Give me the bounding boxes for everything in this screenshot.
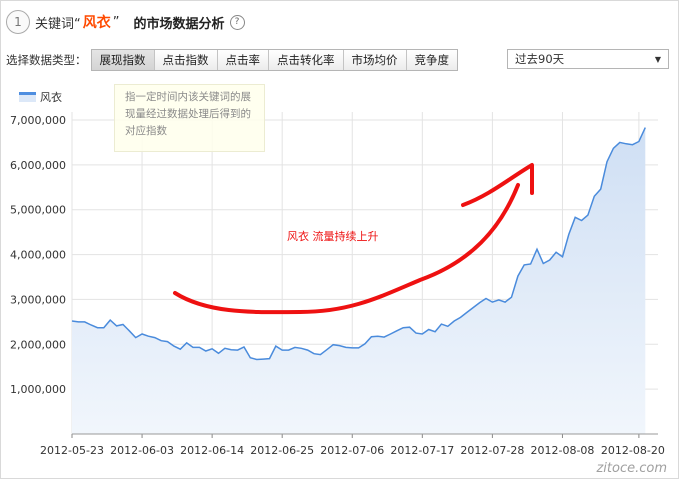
metric-tooltip: 指一定时间内该关键词的展 现量经过数据处理后得到的 对应指数 (114, 84, 265, 152)
series-area-fill (72, 127, 646, 434)
y-tick-label: 3,000,000 (10, 293, 66, 306)
y-tick-label: 2,000,000 (10, 338, 66, 351)
x-tick-label: 2012-07-17 (390, 444, 454, 457)
y-tick-label: 4,000,000 (10, 249, 66, 262)
x-tick-label: 2012-06-25 (250, 444, 314, 457)
watermark: zitoce.com (596, 461, 667, 476)
tooltip-line: 现量经过数据处理后得到的 (125, 108, 251, 120)
chart-area: 1,000,000 2,000,000 3,000,000 4,000,000 5,00… (10, 112, 665, 457)
tooltip-line: 指一定时间内该关键词的展 (125, 91, 251, 103)
x-tick-label: 2012-07-28 (460, 444, 524, 457)
legend-swatch (19, 92, 36, 102)
x-axis-ticks: 2012-05-23 2012-06-03 2012-06-14 2012-06-25… (40, 444, 665, 457)
x-tick-label: 2012-08-08 (530, 444, 594, 457)
y-axis-ticks: 1,000,000 2,000,000 3,000,000 4,000,000 5,00… (10, 114, 66, 396)
legend-label: 风衣 (40, 91, 62, 104)
hand-drawn-arrowhead (461, 163, 534, 207)
y-tick-label: 6,000,000 (10, 159, 66, 172)
trend-annotation: 风衣 流量持续上升 (287, 229, 379, 243)
tooltip-line: 对应指数 (125, 125, 167, 137)
x-tick-label: 2012-08-20 (601, 444, 665, 457)
y-tick-label: 1,000,000 (10, 383, 66, 396)
chart-legend: 风衣 (19, 89, 62, 105)
y-tick-label: 5,000,000 (10, 204, 66, 217)
x-tick-label: 2012-07-06 (320, 444, 384, 457)
x-tick-label: 2012-06-03 (110, 444, 174, 457)
chart-axes (71, 433, 658, 438)
x-tick-label: 2012-05-23 (40, 444, 104, 457)
y-tick-label: 7,000,000 (10, 114, 66, 127)
x-tick-label: 2012-06-14 (180, 444, 244, 457)
